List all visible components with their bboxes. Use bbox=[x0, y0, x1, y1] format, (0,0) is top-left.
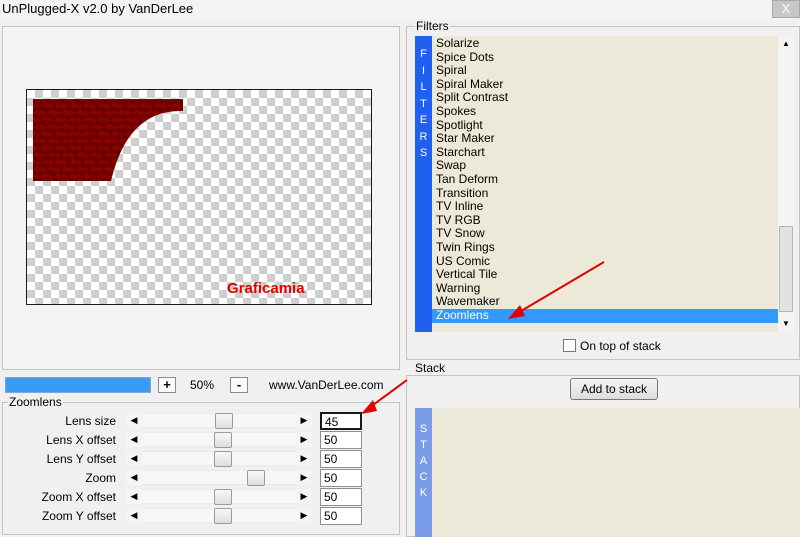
arrow-to-zoomlens bbox=[515, 261, 605, 315]
arrow-to-lens-size bbox=[368, 379, 408, 409]
annotation-arrows bbox=[361, 261, 605, 414]
